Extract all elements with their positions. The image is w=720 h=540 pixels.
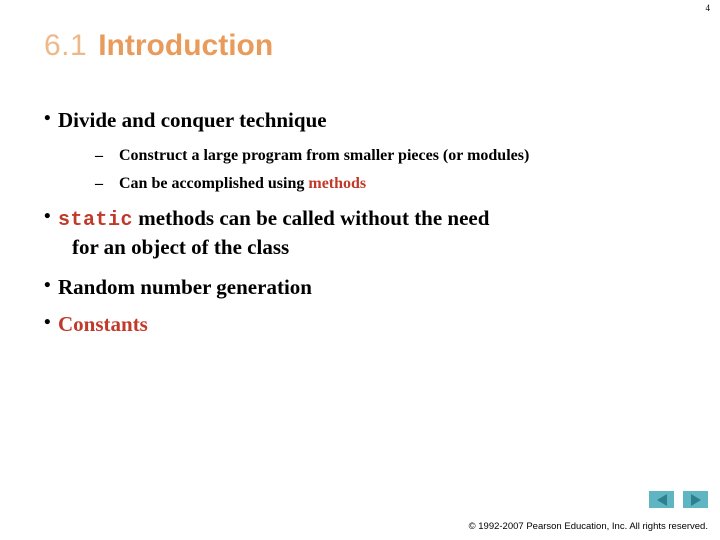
subbullet-accomplished-using-methods: – Can be accomplished using methods <box>0 174 720 193</box>
bullet-random-number-generation: • Random number generation <box>0 275 720 300</box>
bullet-divide-and-conquer: • Divide and conquer technique <box>0 108 720 133</box>
bullet-dot-icon: • <box>44 206 51 228</box>
bullet-dot-icon: • <box>44 312 51 334</box>
page-number: 4 <box>705 3 711 13</box>
slide-navigation <box>649 491 708 508</box>
title-section-text: Introduction <box>98 29 274 62</box>
bullet-dot-icon: • <box>44 108 51 129</box>
bullet-dot-icon: • <box>44 274 51 296</box>
bullet-static-methods-continuation-label: for an object of the class <box>72 234 290 259</box>
page-title: 6.1 Introduction <box>44 29 273 62</box>
slide-body: • Divide and conquer technique – Constru… <box>0 108 720 337</box>
subbullet-construct-program-label: Construct a large program from smaller p… <box>119 146 530 164</box>
subbullet-accomplished-accent-methods: methods <box>308 174 367 192</box>
arrow-left-icon <box>656 493 667 506</box>
bullet-constants: • Constants <box>0 312 720 337</box>
dash-bullet-icon: – <box>95 174 103 192</box>
bullet-static-methods-continuation: for an object of the class <box>0 235 720 260</box>
bullet-static-methods: • static methods can be called without t… <box>0 206 720 233</box>
subbullet-construct-program: – Construct a large program from smaller… <box>0 146 720 165</box>
subbullet-accomplished-prefix: Can be accomplished using <box>119 174 309 192</box>
dash-bullet-icon: – <box>95 146 103 164</box>
bullet-random-number-generation-label: Random number generation <box>58 274 312 299</box>
bullet-constants-label: Constants <box>58 312 148 337</box>
copyright-notice: © 1992-2007 Pearson Education, Inc. All … <box>468 521 708 532</box>
next-slide-button[interactable] <box>683 491 708 508</box>
title-section-number: 6.1 <box>44 29 88 62</box>
bullet-static-keyword: static <box>58 209 134 233</box>
slide-canvas: 4 6.1 Introduction • Divide and conquer t… <box>0 0 720 540</box>
bullet-divide-and-conquer-label: Divide and conquer technique <box>58 108 327 132</box>
previous-slide-button[interactable] <box>649 491 674 508</box>
bullet-static-methods-label: methods can be called without the need <box>133 206 490 231</box>
arrow-right-icon <box>690 493 701 506</box>
